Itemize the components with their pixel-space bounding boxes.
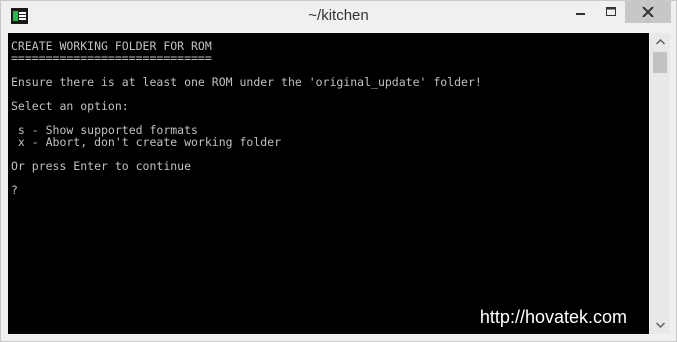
close-button[interactable] [625, 1, 671, 23]
maximize-icon [606, 7, 616, 16]
close-icon [642, 7, 654, 17]
console-text: CREATE WORKING FOLDER FOR ROM ===========… [11, 40, 482, 196]
scroll-thumb[interactable] [653, 52, 667, 73]
console-line: ============================= [11, 51, 212, 65]
chevron-up-icon [655, 39, 665, 45]
vertical-scrollbar[interactable] [650, 33, 670, 334]
console-line: Or press Enter to continue [11, 159, 192, 173]
console-output[interactable]: CREATE WORKING FOLDER FOR ROM ===========… [8, 33, 649, 334]
console-line: x - Abort, don't create working folder [11, 135, 282, 149]
minimize-button[interactable] [567, 1, 595, 23]
chevron-down-icon [655, 322, 665, 328]
title-bar[interactable]: ~/kitchen [1, 1, 676, 32]
console-line: Select an option: [11, 99, 129, 113]
watermark-text: http://hovatek.com [479, 307, 627, 327]
scroll-up-button[interactable] [650, 33, 670, 51]
console-line: Ensure there is at least one ROM under t… [11, 75, 482, 89]
terminal-window: ~/kitchen CREATE WORKING FOLDER FOR ROM =… [0, 0, 677, 342]
maximize-button[interactable] [597, 1, 625, 23]
minimize-icon [576, 13, 585, 15]
scroll-down-button[interactable] [650, 316, 670, 334]
console-prompt: ? [11, 183, 18, 197]
terminal-icon[interactable] [11, 8, 28, 24]
